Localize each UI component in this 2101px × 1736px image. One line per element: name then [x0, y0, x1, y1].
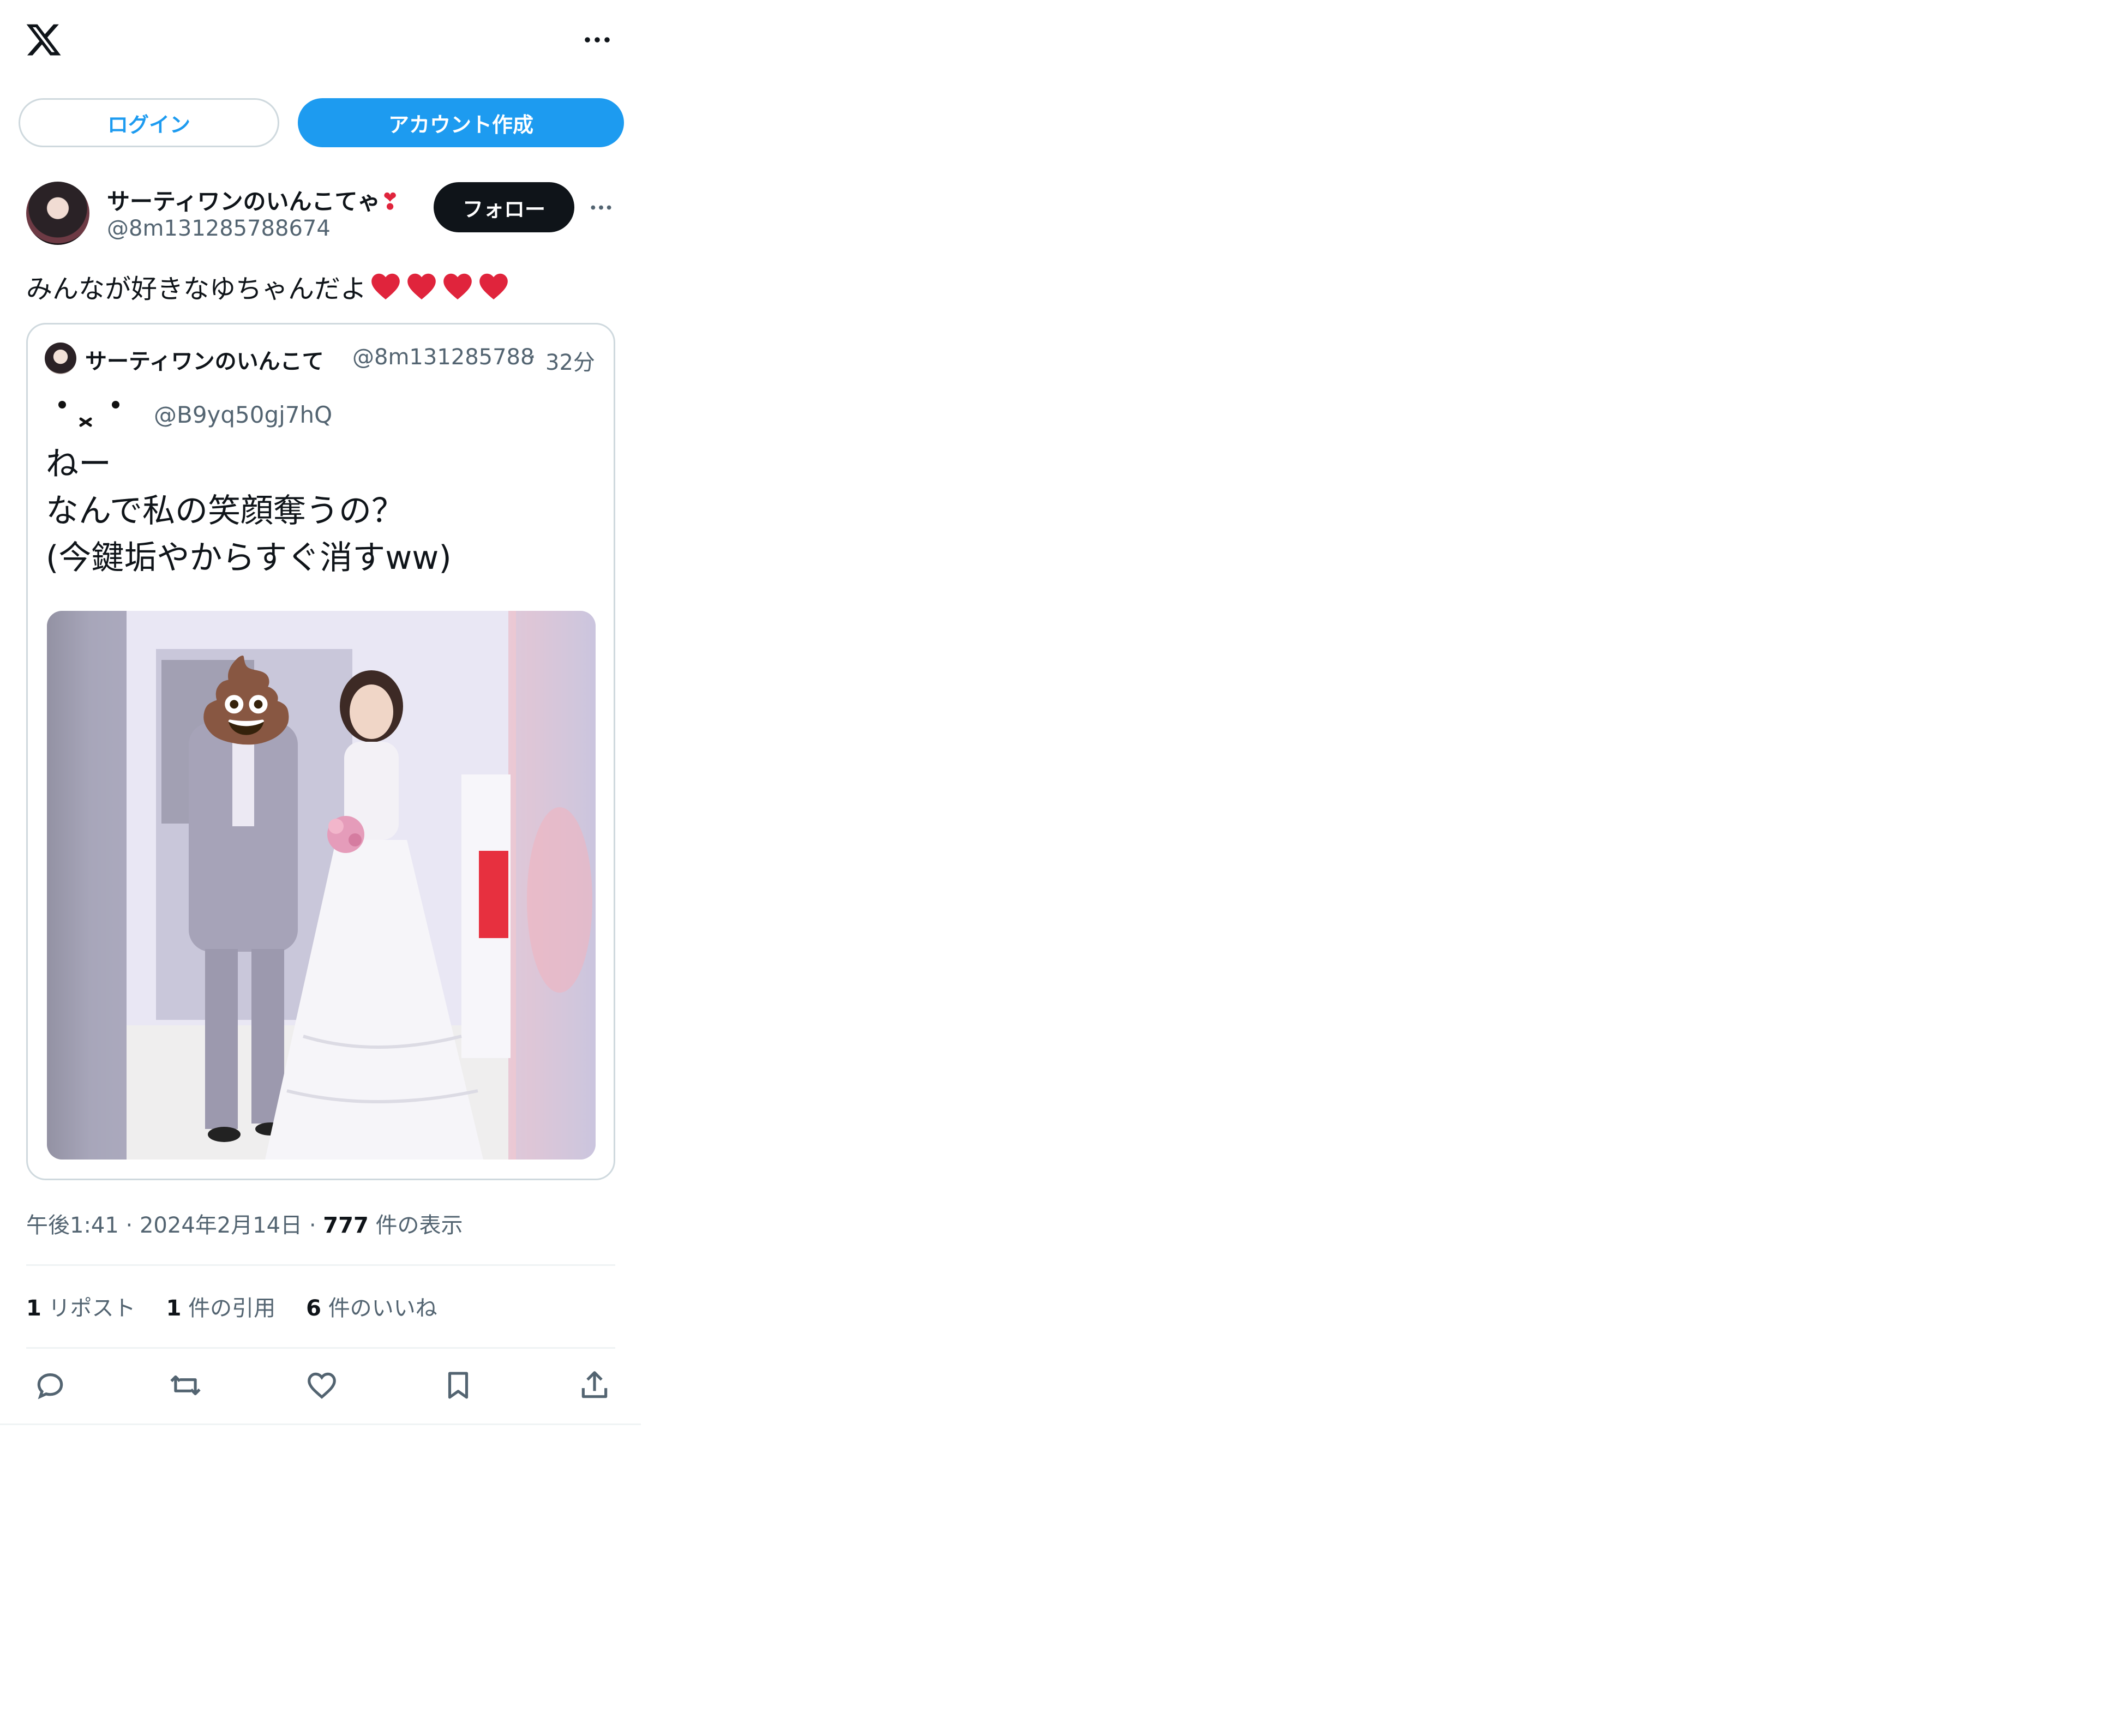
- heart-icon: [443, 273, 472, 300]
- quotes-stat[interactable]: 1 件の引用: [166, 1290, 276, 1322]
- heart-icon: [371, 273, 400, 300]
- create-account-button[interactable]: アカウント作成: [298, 98, 624, 147]
- embedded-handle: @B9yq50gj7hQ: [154, 401, 333, 428]
- heart-emojis: [369, 269, 511, 303]
- meta-separator: ·: [309, 1213, 316, 1238]
- likes-stat[interactable]: 6 件のいいね: [306, 1290, 437, 1322]
- likes-label: 件のいいね: [328, 1296, 437, 1321]
- views-count: 777: [323, 1213, 369, 1238]
- repost-icon[interactable]: [164, 1363, 207, 1407]
- quote-author-name: サーティワンのいんこて: [85, 349, 324, 374]
- post-more-icon[interactable]: [585, 196, 617, 218]
- reposts-stat[interactable]: 1 リポスト: [26, 1290, 136, 1322]
- quote-author-handle: @8m131285788: [352, 345, 535, 370]
- like-icon[interactable]: [300, 1363, 344, 1407]
- heart-icon: [479, 273, 508, 300]
- quotes-count: 1: [166, 1296, 182, 1321]
- post-date[interactable]: 2024年2月14日: [140, 1213, 302, 1238]
- likes-count: 6: [306, 1296, 321, 1321]
- reposts-count: 1: [26, 1296, 41, 1321]
- quote-timestamp: 32分: [545, 350, 595, 375]
- quote-separator: ·: [529, 345, 536, 370]
- tweet-panel: ログイン アカウント作成 サーティワンのいんこてゃ❣ @8m1312857886…: [0, 0, 641, 1425]
- quotes-label: 件の引用: [188, 1296, 276, 1321]
- post-text: みんなが好きなゆちゃんだよ: [26, 267, 511, 305]
- author-name[interactable]: サーティワンのいんこてゃ❣: [107, 183, 400, 217]
- reply-icon[interactable]: [28, 1363, 72, 1407]
- author-name-emoji: ❣: [380, 188, 400, 215]
- post-meta: 午後1:41 · 2024年2月14日 · 777 件の表示: [26, 1208, 463, 1239]
- divider: [26, 1264, 615, 1266]
- embedded-avatar-face-icon: [45, 392, 127, 441]
- wedding-photo[interactable]: 💩: [47, 611, 596, 1160]
- quote-author-avatar: [45, 343, 76, 374]
- poo-emoji: 💩: [195, 653, 297, 748]
- author-name-text: サーティワンのいんこてゃ: [107, 188, 381, 215]
- divider: [26, 1347, 615, 1349]
- meta-separator: ·: [125, 1213, 133, 1238]
- more-options-icon[interactable]: [579, 27, 615, 52]
- bookmark-icon[interactable]: [436, 1363, 480, 1407]
- post-text-body: みんなが好きなゆちゃんだよ: [26, 274, 367, 304]
- views-label: 件の表示: [375, 1213, 463, 1238]
- follow-button[interactable]: フォロー: [434, 182, 574, 232]
- post-time[interactable]: 午後1:41: [26, 1213, 119, 1238]
- login-button[interactable]: ログイン: [19, 98, 279, 147]
- author-handle[interactable]: @8m131285788674: [107, 216, 331, 241]
- x-logo-icon[interactable]: [25, 21, 63, 59]
- share-icon[interactable]: [573, 1363, 616, 1407]
- heart-icon: [407, 273, 436, 300]
- author-avatar[interactable]: [26, 182, 89, 245]
- post-stats: 1 リポスト 1 件の引用 6 件のいいね: [26, 1290, 437, 1322]
- reposts-label: リポスト: [48, 1296, 136, 1321]
- embedded-text: ねー なんで私の笑顔奪うの？ (今鍵垢やからすぐ消すww): [46, 445, 452, 577]
